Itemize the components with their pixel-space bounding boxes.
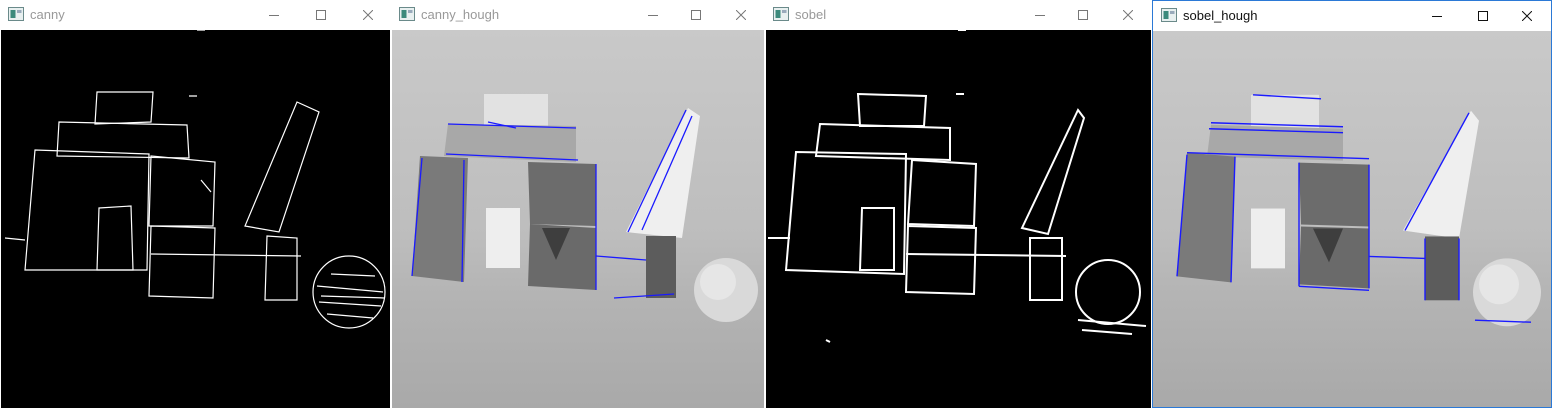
maximize-icon [1078,10,1088,20]
close-icon [363,10,373,20]
titlebar[interactable]: sobel [765,0,1152,30]
maximize-button[interactable] [299,0,343,30]
close-icon [1123,10,1133,20]
close-button[interactable] [1106,0,1150,30]
minimize-icon [1035,15,1045,16]
close-button[interactable] [346,0,390,30]
titlebar[interactable]: canny [0,0,391,30]
image-sobel-edges [766,30,1151,408]
close-icon [1522,11,1532,21]
image-canny-edges [1,30,390,408]
image-sobel-hough [1153,31,1551,407]
app-window-icon [399,7,415,21]
minimize-button[interactable] [252,0,296,30]
maximize-icon [691,10,701,20]
minimize-icon [269,15,279,16]
close-icon [736,10,746,20]
image-canny-hough [392,30,764,408]
titlebar[interactable]: sobel_hough [1153,1,1551,31]
minimize-icon [1432,16,1442,17]
maximize-button[interactable] [1061,0,1105,30]
close-button[interactable] [1505,1,1549,31]
minimize-button[interactable] [1415,1,1459,31]
app-window-icon [1161,8,1177,22]
maximize-icon [316,10,326,20]
app-window-icon [8,7,24,21]
window-canny: canny [0,0,391,408]
app-window-icon [773,7,789,21]
window-title: canny_hough [421,7,500,22]
maximize-button[interactable] [674,0,718,30]
window-title: sobel [795,7,827,22]
close-button[interactable] [719,0,763,30]
maximize-icon [1478,11,1488,21]
minimize-button[interactable] [631,0,675,30]
minimize-icon [648,15,658,16]
maximize-button[interactable] [1461,1,1505,31]
titlebar[interactable]: canny_hough [391,0,765,30]
minimize-button[interactable] [1018,0,1062,30]
window-title: sobel_hough [1183,8,1258,23]
window-canny-hough: canny_hough [391,0,765,408]
window-sobel-hough: sobel_hough [1152,0,1552,408]
window-title: canny [30,7,65,22]
window-sobel: sobel [765,0,1152,408]
